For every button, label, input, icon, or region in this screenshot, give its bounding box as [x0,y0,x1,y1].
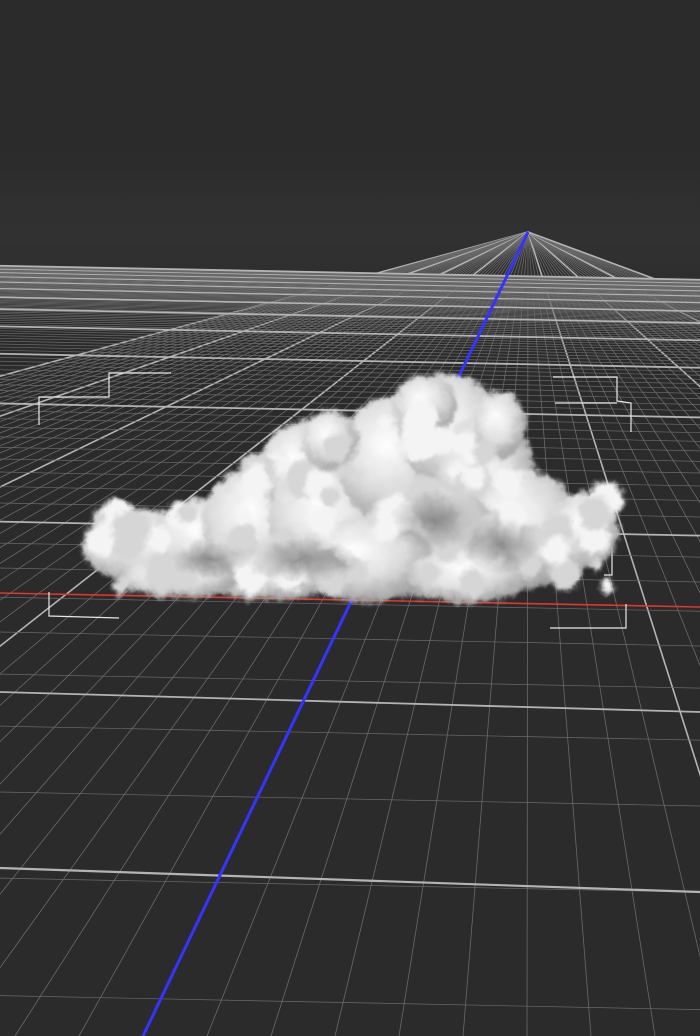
cloud-detail [86,525,116,556]
cloud-detail [337,462,353,479]
cloud-detail [590,557,604,571]
cloud-detail [177,503,197,523]
cloud-shadow [240,538,360,582]
cloud-detail [239,468,270,499]
cloud-detail [235,508,252,526]
cloud-detail [493,467,523,498]
cloud-detail [111,510,151,550]
cloud-detail [472,441,497,466]
3d-viewport[interactable] [0,0,700,1036]
cloud-detail [419,561,440,583]
cloud-detail [323,433,352,463]
cloud-detail [600,579,615,593]
cloud-detail [377,412,395,430]
cloud-detail [320,486,341,507]
viewport-canvas[interactable] [0,0,700,1036]
cloud-detail [112,578,130,596]
cloud-detail [461,465,486,490]
cloud-detail [400,423,440,463]
cloud-detail [578,496,612,530]
cloud-detail [91,510,105,524]
cloud-detail [447,462,462,477]
cloud-detail [245,580,260,595]
cloud-shadow [170,542,250,578]
cloud-detail [483,416,497,429]
cloud-detail [307,505,337,535]
cloud-detail [453,432,476,455]
cloud-detail [459,569,487,598]
cloud-shadow [460,517,540,573]
